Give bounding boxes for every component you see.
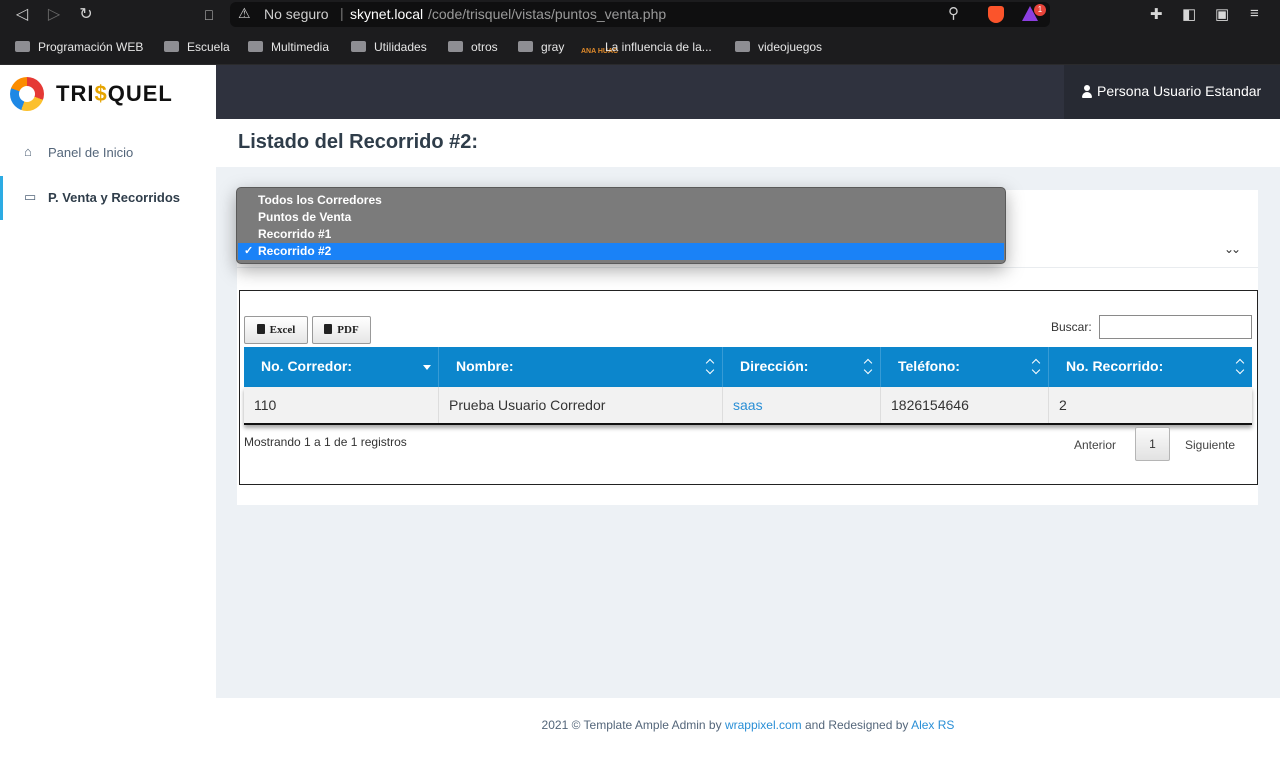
page-title: Listado del Recorrido #2:: [238, 131, 479, 153]
bookmark-item[interactable]: videojuegos: [735, 40, 822, 54]
search-input[interactable]: [1099, 315, 1252, 339]
excel-export-button[interactable]: Excel: [244, 316, 308, 344]
sidebar-icon[interactable]: ◧: [1182, 5, 1196, 23]
column-header-nombre[interactable]: Nombre:: [439, 347, 723, 387]
bookmarks-bar: Programación WEB Escuela Multimedia Util…: [0, 30, 1280, 65]
sort-icon: [864, 360, 874, 374]
app-logo[interactable]: TRI$QUEL: [8, 75, 208, 115]
folder-icon: [351, 41, 366, 52]
pagination-next[interactable]: Siguiente: [1185, 429, 1235, 461]
logo-text: TRI$QUEL: [56, 81, 173, 106]
pagination-current[interactable]: 1: [1135, 427, 1170, 461]
sort-icon: [706, 360, 716, 374]
url-separator: |: [340, 5, 344, 21]
cell-corredor: 110: [244, 387, 439, 423]
chevron-down-icon[interactable]: ⌄⌄: [1224, 242, 1241, 256]
column-header-corredor[interactable]: No. Corredor:: [244, 347, 439, 387]
select-option[interactable]: Todos los Corredores: [238, 192, 1004, 209]
warning-icon: ⚠: [238, 5, 251, 21]
table-info: Mostrando 1 a 1 de 1 registros: [244, 435, 407, 449]
topbar: Persona Usuario Estandar: [216, 65, 1280, 119]
cell-direccion-link[interactable]: saas: [723, 387, 881, 423]
select-option[interactable]: Recorrido #1: [238, 226, 1004, 243]
recorrido-select-dropdown[interactable]: Todos los Corredores Puntos de Venta Rec…: [236, 187, 1006, 264]
sort-icon: [1236, 360, 1246, 374]
bookmark-item[interactable]: Utilidades: [351, 40, 427, 54]
datatable: Excel PDF Buscar: No. Corredor: Nombre: …: [239, 290, 1258, 485]
folder-icon: [248, 41, 263, 52]
table-row[interactable]: 110 Prueba Usuario Corredor saas 1826154…: [244, 387, 1252, 425]
sidebar-item-puntos-venta[interactable]: ▭ P. Venta y Recorridos: [0, 176, 216, 220]
bookmark-item[interactable]: gray: [518, 40, 564, 54]
check-icon: ✓: [244, 245, 254, 257]
folder-icon: [15, 41, 30, 52]
file-excel-icon: [256, 324, 265, 334]
url-path: /code/trisquel/vistas/puntos_venta.php: [428, 6, 667, 22]
bookmark-item[interactable]: ANA HUACLa influencia de la...: [581, 40, 712, 62]
address-bar[interactable]: ⚠ No seguro | skynet.local /code/trisque…: [230, 2, 1050, 27]
logo-ball-icon: [10, 77, 44, 111]
user-menu[interactable]: Persona Usuario Estandar: [1064, 65, 1280, 119]
pagination-prev[interactable]: Anterior: [1074, 429, 1116, 461]
column-header-direccion[interactable]: Dirección:: [723, 347, 881, 387]
brave-shield-icon[interactable]: [988, 6, 1004, 23]
sort-desc-icon: [423, 365, 431, 370]
wallet-icon[interactable]: ▣: [1215, 5, 1229, 23]
browser-toolbar: ◁ ▷ ↻ ⎕ ⚠ No seguro | skynet.local /code…: [0, 0, 1280, 30]
sidebar-item-label: Panel de Inicio: [48, 145, 134, 160]
folder-icon: [518, 41, 533, 52]
rewards-badge: 1: [1034, 4, 1046, 16]
select-option[interactable]: Puntos de Venta: [238, 209, 1004, 226]
bookmark-item[interactable]: Programación WEB: [15, 40, 143, 54]
table-header: No. Corredor: Nombre: Dirección: Teléfon…: [244, 347, 1252, 387]
column-header-telefono[interactable]: Teléfono:: [881, 347, 1049, 387]
folder-icon: [448, 41, 463, 52]
select-option-selected[interactable]: ✓ Recorrido #2: [238, 243, 1004, 260]
zoom-icon[interactable]: ⚲: [948, 4, 959, 22]
reload-icon[interactable]: ↻: [75, 4, 97, 26]
bookmark-item[interactable]: Escuela: [164, 40, 230, 54]
sidebar: TRI$QUEL ⌂ Panel de Inicio ▭ P. Venta y …: [0, 65, 216, 758]
user-name: Persona Usuario Estandar: [1097, 83, 1262, 99]
cell-telefono: 1826154646: [881, 387, 1049, 423]
cell-nombre: Prueba Usuario Corredor: [439, 387, 723, 423]
security-label: No seguro: [264, 6, 329, 22]
home-icon: ⌂: [24, 144, 32, 159]
url-host: skynet.local: [350, 6, 424, 22]
title-bar: Listado del Recorrido #2:: [216, 119, 1280, 167]
pdf-export-button[interactable]: PDF: [312, 316, 371, 344]
file-pdf-icon: [324, 324, 333, 334]
bookmark-item[interactable]: otros: [448, 40, 498, 54]
menu-icon[interactable]: ≡: [1250, 5, 1259, 22]
bookmark-item[interactable]: Multimedia: [248, 40, 329, 54]
sidebar-item-panel-inicio[interactable]: ⌂ Panel de Inicio: [0, 131, 216, 175]
user-icon: [1082, 85, 1092, 98]
sort-icon: [1032, 360, 1042, 374]
author-link[interactable]: Alex RS: [911, 718, 954, 732]
back-icon[interactable]: ◁: [11, 4, 33, 26]
footer: 2021 © Template Ample Admin by wrappixel…: [216, 698, 1280, 758]
column-header-recorrido[interactable]: No. Recorrido:: [1049, 347, 1252, 387]
extensions-icon[interactable]: ✚: [1150, 5, 1163, 23]
sidebar-item-label: P. Venta y Recorridos: [48, 190, 180, 205]
select-underline: [237, 267, 1258, 268]
folder-icon: [735, 41, 750, 52]
search-label: Buscar:: [1051, 320, 1092, 334]
site-favicon-icon: ANA HUAC: [581, 48, 619, 55]
cell-recorrido: 2: [1059, 397, 1067, 413]
page: TRI$QUEL ⌂ Panel de Inicio ▭ P. Venta y …: [0, 65, 1280, 758]
folder-icon: [164, 41, 179, 52]
bookmark-icon[interactable]: ⎕: [198, 4, 220, 26]
wrappixel-link[interactable]: wrappixel.com: [725, 718, 802, 732]
footer-text: 2021 © Template Ample Admin by wrappixel…: [541, 718, 955, 732]
forward-icon[interactable]: ▷: [43, 4, 65, 26]
monitor-icon: ▭: [24, 189, 37, 204]
